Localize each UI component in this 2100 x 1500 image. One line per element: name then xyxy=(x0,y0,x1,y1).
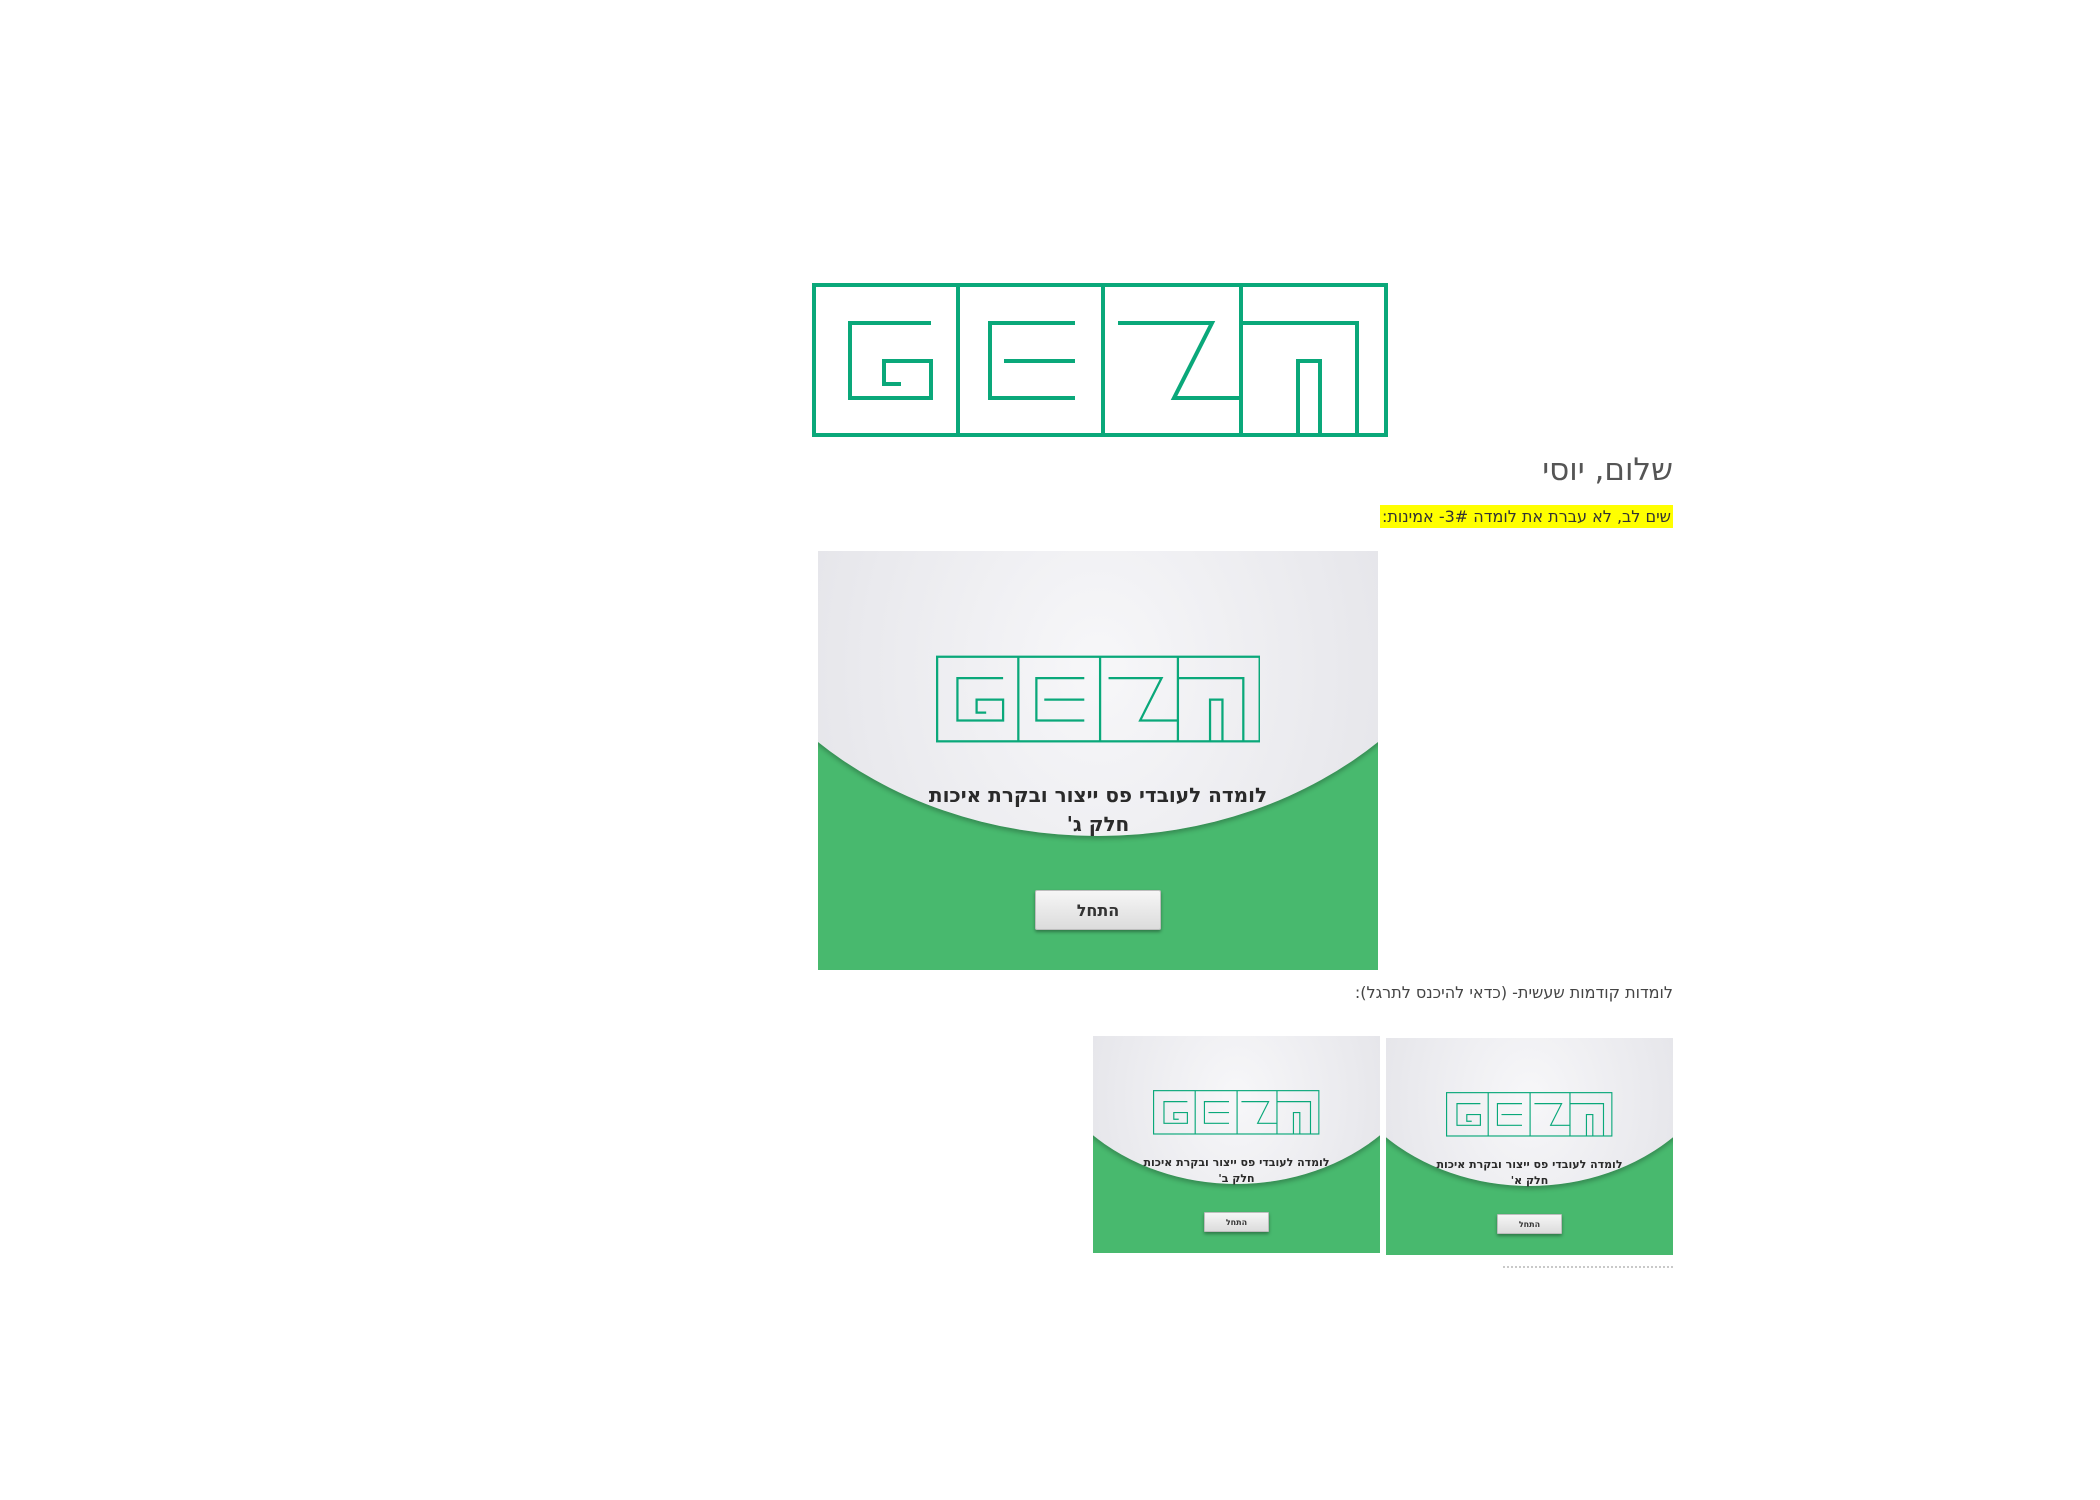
start-button[interactable]: התחל xyxy=(1204,1211,1269,1233)
previous-courses-label: לומדות קודמות שעשית- (כדאי להיכנס לתרגל)… xyxy=(1354,983,1673,1002)
previous-course-card-b[interactable]: לומדה לעובדי פס ייצור ובקרת איכות חלק ב'… xyxy=(1093,1036,1380,1253)
course-card-logo xyxy=(1153,1089,1319,1136)
start-button[interactable]: התחל xyxy=(1497,1213,1562,1235)
course-title: לומדה לעובדי פס ייצור ובקרת איכות חלק א' xyxy=(1386,1157,1673,1189)
course-title-line1: לומדה לעובדי פס ייצור ובקרת איכות xyxy=(928,783,1268,808)
course-card-logo xyxy=(1446,1091,1612,1138)
gezn-logo-graphic xyxy=(812,283,1388,437)
course-title-line2: חלק ב' xyxy=(1218,1172,1255,1186)
course-title: לומדה לעובדי פס ייצור ובקרת איכות חלק ב' xyxy=(1093,1155,1380,1187)
clipped-text-line xyxy=(1503,1264,1673,1269)
greeting-text: שלום, יוסי xyxy=(1542,452,1673,488)
course-title-line2: חלק ג' xyxy=(1066,812,1130,837)
course-card-logo xyxy=(936,654,1261,744)
course-title-line1: לומדה לעובדי פס ייצור ובקרת איכות xyxy=(1143,1156,1330,1170)
gezn-logo xyxy=(812,283,1388,437)
pending-course-notice: שים לב, לא עברת את לומדה 3#- אמינות: xyxy=(1379,505,1673,528)
course-title-line2: חלק א' xyxy=(1510,1174,1549,1188)
start-button[interactable]: התחל xyxy=(1034,890,1162,931)
previous-course-card-a[interactable]: לומדה לעובדי פס ייצור ובקרת איכות חלק א'… xyxy=(1386,1038,1673,1255)
course-title-line1: לומדה לעובדי פס ייצור ובקרת איכות xyxy=(1436,1158,1623,1172)
course-title: לומדה לעובדי פס ייצור ובקרת איכות חלק ג' xyxy=(818,781,1378,839)
current-course-card[interactable]: לומדה לעובדי פס ייצור ובקרת איכות חלק ג'… xyxy=(818,551,1378,970)
